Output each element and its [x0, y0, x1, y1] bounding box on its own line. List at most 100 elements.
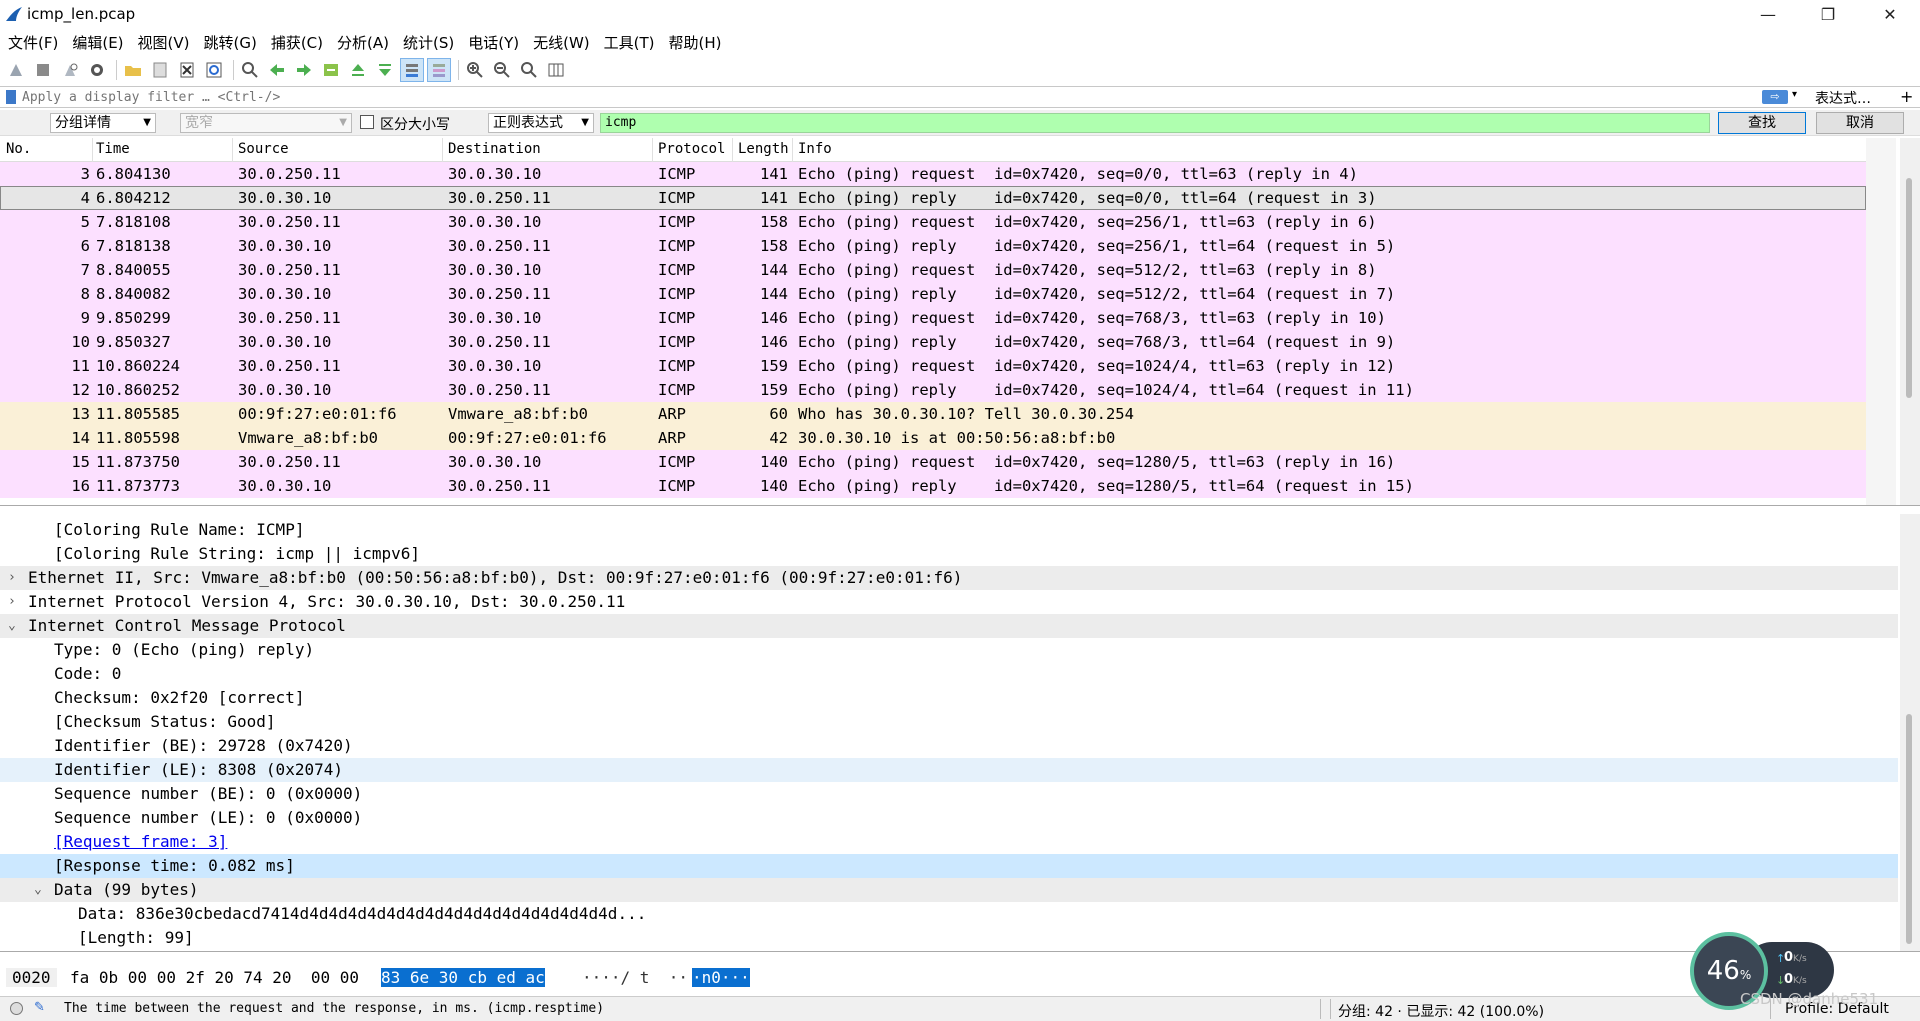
bytes-ascii[interactable]: ····/ t ··	[582, 968, 688, 987]
reload-file-icon[interactable]	[202, 58, 226, 82]
detail-row[interactable]: ⌄ Internet Control Message Protocol	[0, 614, 1898, 638]
menu-item[interactable]: 文件(F)	[0, 32, 64, 54]
menu-item[interactable]: 跳转(G)	[196, 32, 263, 54]
detail-row[interactable]: [Length: 99]	[0, 926, 1898, 950]
restart-capture-icon[interactable]	[58, 58, 82, 82]
menu-item[interactable]: 工具(T)	[596, 32, 661, 54]
filter-history-dropdown-icon[interactable]: ▾	[1792, 89, 1797, 100]
display-filter-input[interactable]	[0, 88, 1778, 107]
start-capture-icon[interactable]	[4, 58, 28, 82]
expand-arrow-icon[interactable]: ›	[8, 566, 16, 590]
zoom-out-icon[interactable]	[490, 58, 514, 82]
packet-row[interactable]: 15 11.873750 30.0.250.11 30.0.30.10 ICMP 140 E…	[0, 450, 1866, 474]
minimize-icon[interactable]: —	[1740, 0, 1796, 28]
request-frame-link[interactable]: [Request frame: 3]	[54, 830, 227, 854]
case-sensitive-checkbox[interactable]	[360, 115, 374, 129]
zoom-in-icon[interactable]	[463, 58, 487, 82]
packet-row[interactable]: 16 11.873773 30.0.30.10 30.0.250.11 ICMP 140 E…	[0, 474, 1866, 498]
apply-filter-icon[interactable]: ⇨	[1762, 90, 1788, 104]
detail-row[interactable]: [Response time: 0.082 ms]	[0, 854, 1898, 878]
detail-row[interactable]: Code: 0	[0, 662, 1898, 686]
detail-row[interactable]: [Coloring Rule String: icmp || icmpv6]	[0, 542, 1898, 566]
column-divider[interactable]	[232, 138, 233, 162]
bytes-hex[interactable]: fa 0b 00 00 2f 20 74 20 00 00	[70, 968, 359, 987]
packet-row[interactable]: 5 7.818108 30.0.250.11 30.0.30.10 ICMP 158 Ech…	[0, 210, 1866, 234]
stop-capture-icon[interactable]	[31, 58, 55, 82]
detail-row[interactable]: Identifier (BE): 29728 (0x7420)	[0, 734, 1898, 758]
column-header-info[interactable]: Info	[798, 141, 832, 157]
column-header-destination[interactable]: Destination	[448, 141, 541, 157]
resize-columns-icon[interactable]	[544, 58, 568, 82]
detail-row[interactable]: [Request frame: 3]	[0, 830, 1898, 854]
expand-arrow-icon[interactable]: ›	[8, 590, 16, 614]
column-header-source[interactable]: Source	[238, 141, 289, 157]
column-divider[interactable]	[442, 138, 443, 162]
edit-comment-icon[interactable]: ✎	[34, 1000, 45, 1015]
detail-row[interactable]: [Checksum Status: Good]	[0, 710, 1898, 734]
packet-row[interactable]: 10 9.850327 30.0.30.10 30.0.250.11 ICMP 146 Ec…	[0, 330, 1866, 354]
column-divider[interactable]	[92, 138, 93, 162]
detail-row[interactable]: Checksum: 0x2f20 [correct]	[0, 686, 1898, 710]
packet-row[interactable]: 8 8.840082 30.0.30.10 30.0.250.11 ICMP 144 Ech…	[0, 282, 1866, 306]
auto-scroll-icon[interactable]	[400, 58, 424, 82]
detail-row[interactable]: Sequence number (BE): 0 (0x0000)	[0, 782, 1898, 806]
expression-button[interactable]: 表达式…	[1815, 88, 1871, 108]
find-input[interactable]: icmp	[600, 113, 1710, 133]
menu-item[interactable]: 视图(V)	[130, 32, 196, 54]
detail-row[interactable]: Sequence number (LE): 0 (0x0000)	[0, 806, 1898, 830]
detail-row[interactable]: ⌄ Data (99 bytes)	[0, 878, 1898, 902]
column-header-time[interactable]: Time	[96, 141, 130, 157]
column-divider[interactable]	[792, 138, 793, 162]
packet-row[interactable]: 9 9.850299 30.0.250.11 30.0.30.10 ICMP 146 Ech…	[0, 306, 1866, 330]
restore-icon[interactable]: ❐	[1800, 0, 1856, 28]
detail-row[interactable]: [Coloring Rule Name: ICMP]	[0, 518, 1898, 542]
charset-select[interactable]: 宽窄 ▼	[180, 113, 352, 133]
menu-item[interactable]: 无线(W)	[525, 32, 596, 54]
normal-size-icon[interactable]	[517, 58, 541, 82]
find-button[interactable]: 查找	[1718, 112, 1806, 134]
close-file-icon[interactable]	[175, 58, 199, 82]
packet-row[interactable]: 3 6.804130 30.0.250.11 30.0.30.10 ICMP 141 Ech…	[0, 162, 1866, 186]
column-header-length[interactable]: Length	[738, 141, 789, 157]
menu-item[interactable]: 捕获(C)	[263, 32, 329, 54]
packet-row[interactable]: 11 10.860224 30.0.250.11 30.0.30.10 ICMP 159 E…	[0, 354, 1866, 378]
packet-row[interactable]: 6 7.818138 30.0.30.10 30.0.250.11 ICMP 158 Ech…	[0, 234, 1866, 258]
detail-row[interactable]: › Ethernet II, Src: Vmware_a8:bf:b0 (00:5…	[0, 566, 1898, 590]
bytes-hex-selected[interactable]: 83 6e 30 cb ed ac	[381, 968, 545, 987]
menu-item[interactable]: 分析(A)	[329, 32, 395, 54]
search-scope-select[interactable]: 分组详情 ▼	[50, 113, 156, 133]
packet-row[interactable]: 7 8.840055 30.0.250.11 30.0.30.10 ICMP 144 Ech…	[0, 258, 1866, 282]
detail-row[interactable]: Data: 836e30cbedacd7414d4d4d4d4d4d4d4d4d…	[0, 902, 1898, 926]
collapse-arrow-icon[interactable]: ⌄	[8, 614, 16, 638]
find-packet-icon[interactable]	[238, 58, 262, 82]
detail-row[interactable]: Type: 0 (Echo (ping) reply)	[0, 638, 1898, 662]
packet-row[interactable]: 4 6.804212 30.0.30.10 30.0.250.11 ICMP 141 Ech…	[0, 186, 1866, 210]
packet-minimap[interactable]	[1866, 138, 1896, 505]
go-to-packet-icon[interactable]	[319, 58, 343, 82]
column-divider[interactable]	[652, 138, 653, 162]
packet-row[interactable]: 13 11.805585 00:9f:27:e0:01:f6 Vmware_a8:bf…	[0, 402, 1866, 426]
bytes-ascii-selected[interactable]: ·n0···	[692, 968, 750, 987]
menu-item[interactable]: 编辑(E)	[64, 32, 129, 54]
packet-row[interactable]: 14 11.805598 Vmware_a8:bf:b0 00:9f:27:e0:01…	[0, 426, 1866, 450]
menu-item[interactable]: 帮助(H)	[661, 32, 728, 54]
menu-item[interactable]: 电话(Y)	[460, 32, 525, 54]
column-header-no[interactable]: No.	[6, 141, 31, 157]
search-mode-select[interactable]: 正则表达式 ▼	[488, 113, 594, 133]
go-forward-icon[interactable]	[292, 58, 316, 82]
packet-row[interactable]: 12 10.860252 30.0.30.10 30.0.250.11 ICMP 159 E…	[0, 378, 1866, 402]
column-divider[interactable]	[732, 138, 733, 162]
expert-info-icon[interactable]	[10, 1002, 23, 1015]
collapse-arrow-icon[interactable]: ⌄	[34, 878, 42, 902]
last-packet-icon[interactable]	[373, 58, 397, 82]
colorize-icon[interactable]	[427, 58, 451, 82]
go-back-icon[interactable]	[265, 58, 289, 82]
capture-options-icon[interactable]	[85, 58, 109, 82]
details-scroll-thumb[interactable]	[1906, 714, 1912, 944]
save-file-icon[interactable]	[148, 58, 172, 82]
close-icon[interactable]: ✕	[1862, 0, 1918, 28]
first-packet-icon[interactable]	[346, 58, 370, 82]
cancel-button[interactable]: 取消	[1816, 112, 1904, 134]
add-filter-button[interactable]: +	[1900, 87, 1913, 106]
open-file-icon[interactable]	[121, 58, 145, 82]
